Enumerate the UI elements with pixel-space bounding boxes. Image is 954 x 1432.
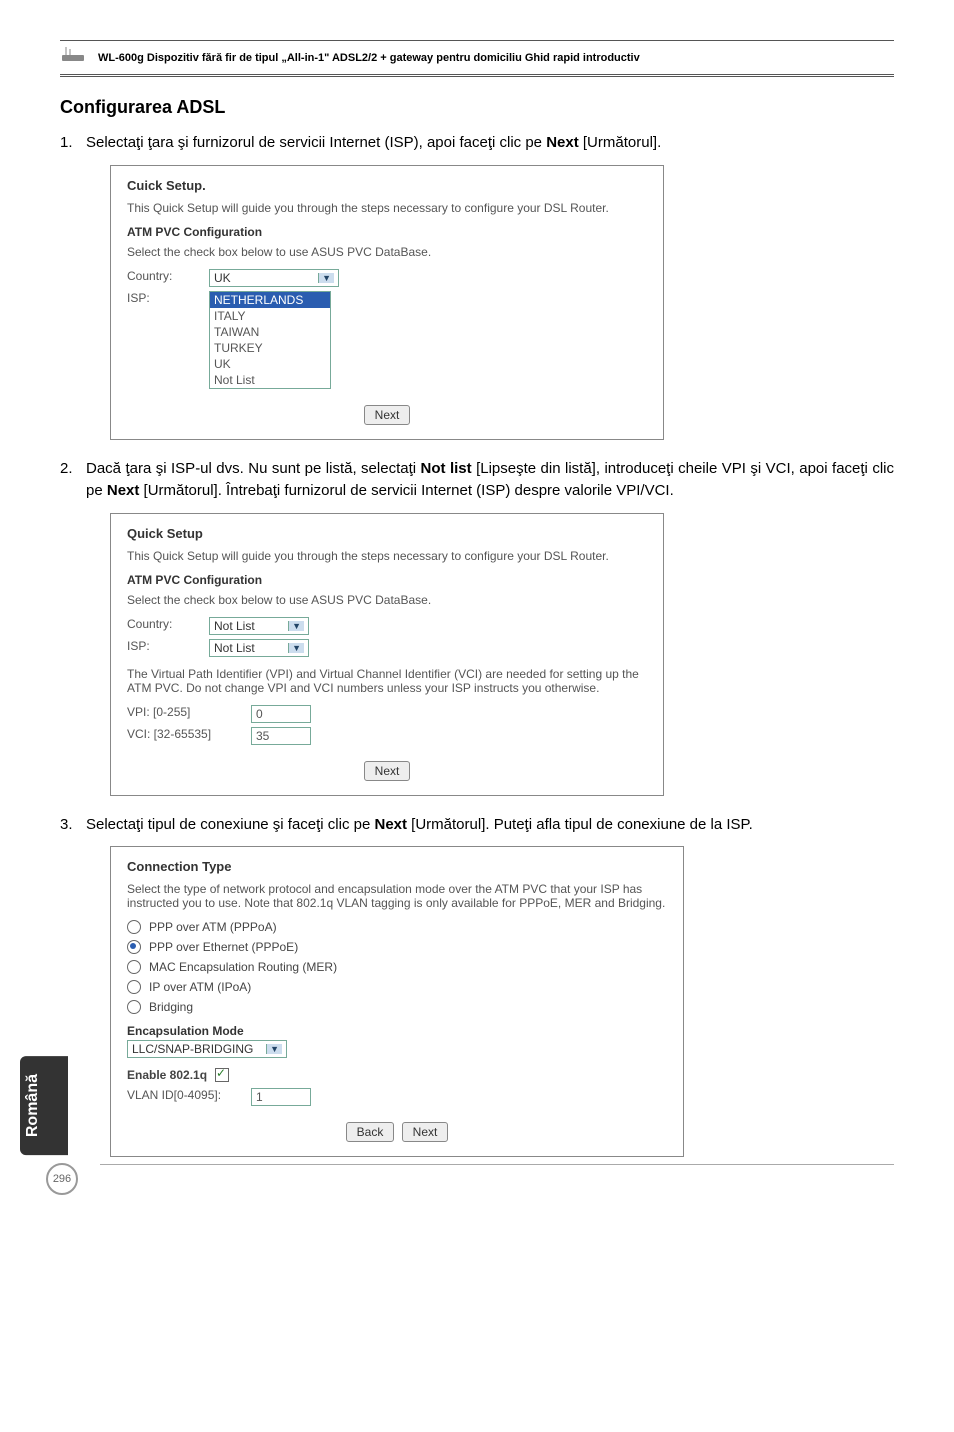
checkbox-icon <box>215 1068 229 1082</box>
ss2-isp-label: ISP: <box>127 639 195 653</box>
screenshot-1: Cuick Setup. This Quick Setup will guide… <box>110 165 664 440</box>
section-title: Configurarea ADSL <box>60 97 894 118</box>
ss2-subhead: ATM PVC Configuration <box>127 573 647 587</box>
ss2-country-label: Country: <box>127 617 195 631</box>
radio-icon <box>127 1000 141 1014</box>
back-button[interactable]: Back <box>346 1122 395 1142</box>
footer-rule <box>100 1164 894 1165</box>
vpi-label: VPI: [0-255] <box>127 705 237 719</box>
chevron-down-icon: ▼ <box>266 1044 282 1054</box>
ss2-note: This Quick Setup will guide you through … <box>127 549 647 563</box>
ss1-subhead: ATM PVC Configuration <box>127 225 647 239</box>
router-icon <box>60 45 90 70</box>
ss1-title: Cuick Setup. <box>127 178 647 193</box>
ss3-title: Connection Type <box>127 859 667 874</box>
header-text: WL-600g Dispozitiv fără fir de tipul „Al… <box>98 52 640 64</box>
country-select-2[interactable]: Not List ▼ <box>209 617 309 635</box>
list-item[interactable]: NETHERLANDS <box>210 292 330 308</box>
step-2-num: 2. <box>60 458 86 481</box>
screenshot-3: Connection Type Select the type of netwo… <box>110 846 684 1157</box>
radio-icon <box>127 920 141 934</box>
vci-input[interactable]: 35 <box>251 727 311 745</box>
step-3: 3. Selectaţi tipul de conexiune şi faceţ… <box>60 814 894 837</box>
step-3-text: Selectaţi tipul de conexiune şi faceţi c… <box>86 814 894 837</box>
ss2-instr: Select the check box below to use ASUS P… <box>127 593 647 607</box>
chevron-down-icon: ▼ <box>288 621 304 631</box>
screenshot-2: Quick Setup This Quick Setup will guide … <box>110 513 664 796</box>
step-3-num: 3. <box>60 814 86 837</box>
radio-pppoe[interactable]: PPP over Ethernet (PPPoE) <box>127 940 667 954</box>
encap-label: Encapsulation Mode <box>127 1024 667 1038</box>
ss1-isp-label: ISP: <box>127 291 195 305</box>
radio-ipoa[interactable]: IP over ATM (IPoA) <box>127 980 667 994</box>
vlan-label: VLAN ID[0-4095]: <box>127 1088 237 1102</box>
ss2-title: Quick Setup <box>127 526 647 541</box>
ss1-note: This Quick Setup will guide you through … <box>127 201 647 215</box>
next-button[interactable]: Next <box>402 1122 449 1142</box>
list-item[interactable]: TURKEY <box>210 340 330 356</box>
vci-label: VCI: [32-65535] <box>127 727 237 741</box>
step-1: 1. Selectaţi ţara şi furnizorul de servi… <box>60 132 894 155</box>
page-number: 296 <box>46 1163 78 1195</box>
radio-pppoa[interactable]: PPP over ATM (PPPoA) <box>127 920 667 934</box>
page-header: WL-600g Dispozitiv fără fir de tipul „Al… <box>60 40 894 77</box>
list-item[interactable]: Not List <box>210 372 330 388</box>
list-item[interactable]: ITALY <box>210 308 330 324</box>
encap-select[interactable]: LLC/SNAP-BRIDGING ▼ <box>127 1040 287 1058</box>
radio-icon <box>127 980 141 994</box>
step-2: 2. Dacă ţara şi ISP-ul dvs. Nu sunt pe l… <box>60 458 894 503</box>
next-button[interactable]: Next <box>364 761 411 781</box>
ss1-country-label: Country: <box>127 269 195 283</box>
radio-mer[interactable]: MAC Encapsulation Routing (MER) <box>127 960 667 974</box>
chevron-down-icon: ▼ <box>318 273 334 283</box>
isp-select-2[interactable]: Not List ▼ <box>209 639 309 657</box>
ss1-instr: Select the check box below to use ASUS P… <box>127 245 647 259</box>
vpi-input[interactable]: 0 <box>251 705 311 723</box>
list-item[interactable]: TAIWAN <box>210 324 330 340</box>
next-button[interactable]: Next <box>364 405 411 425</box>
step-1-num: 1. <box>60 132 86 155</box>
step-2-text: Dacă ţara şi ISP-ul dvs. Nu sunt pe list… <box>86 458 894 503</box>
language-tab: Română <box>20 1056 68 1155</box>
step-1-text: Selectaţi ţara şi furnizorul de servicii… <box>86 132 894 155</box>
chevron-down-icon: ▼ <box>288 643 304 653</box>
isp-listbox[interactable]: NETHERLANDS ITALY TAIWAN TURKEY UK Not L… <box>209 291 331 389</box>
vlan-input[interactable]: 1 <box>251 1088 311 1106</box>
radio-bridging[interactable]: Bridging <box>127 1000 667 1014</box>
list-item[interactable]: UK <box>210 356 330 372</box>
country-select[interactable]: UK ▼ <box>209 269 339 287</box>
enable-8021q[interactable]: Enable 802.1q <box>127 1068 667 1082</box>
ss2-vpi-note: The Virtual Path Identifier (VPI) and Vi… <box>127 667 647 695</box>
radio-icon <box>127 960 141 974</box>
ss3-note: Select the type of network protocol and … <box>127 882 667 910</box>
radio-icon <box>127 940 141 954</box>
